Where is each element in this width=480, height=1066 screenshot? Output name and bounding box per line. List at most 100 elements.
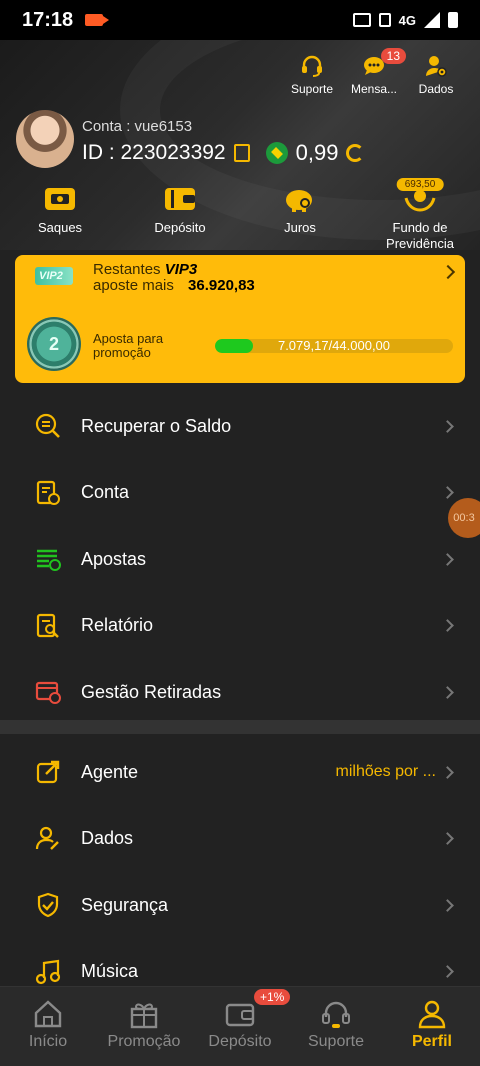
interest-button[interactable]: Juros — [240, 184, 360, 250]
menu-label-recover-balance: Recuperar o Saldo — [81, 415, 232, 436]
headset-icon — [322, 1001, 350, 1028]
messages-badge: 13 — [380, 48, 406, 64]
piggy-bank-icon — [286, 190, 312, 212]
nav-profile[interactable]: Perfil — [384, 987, 480, 1066]
copy-icon[interactable] — [233, 144, 250, 162]
chevron-right-icon — [441, 965, 454, 979]
interest-label: Juros — [284, 220, 316, 235]
wallet-icon — [225, 1003, 255, 1027]
vip-remaining-label: Restantes — [93, 261, 161, 278]
chevron-right-icon[interactable] — [440, 264, 456, 280]
progress-text: 7.079,17/44.000,00 — [277, 339, 391, 353]
nav-support[interactable]: Suporte — [288, 987, 384, 1066]
status-right: 4G — [352, 12, 458, 28]
refresh-icon[interactable] — [346, 144, 365, 162]
vibrate-icon — [378, 13, 391, 27]
vip-medal-level: 2 — [48, 333, 59, 354]
nav-home[interactable]: Início — [0, 987, 96, 1066]
nav-support-label: Suporte — [307, 1033, 365, 1050]
menu-label-agent: Agente — [81, 761, 139, 782]
menu-item-account[interactable]: Conta — [0, 460, 480, 527]
chevron-right-icon — [441, 765, 454, 779]
pension-fund-button[interactable]: 693,50 Fundo de Previdência — [360, 178, 480, 250]
menu-item-agent[interactable]: Agente milhões por ... — [0, 739, 480, 806]
menu-label-music: Música — [81, 961, 139, 982]
chevron-right-icon — [441, 832, 454, 846]
status-bar: 17:18 4G — [0, 0, 480, 40]
chevron-right-icon — [441, 486, 454, 500]
menu-label-data: Dados — [81, 828, 134, 849]
menu-label-withdraw-management: Gestão Retiradas — [81, 681, 222, 702]
music-icon — [35, 959, 61, 984]
chevron-right-icon — [441, 898, 454, 912]
profile-header: Suporte Mensa... 13 Dados Conta : vue615… — [0, 40, 480, 250]
share-icon — [36, 761, 60, 784]
headset-icon — [302, 55, 322, 77]
vip-tag: VIP2 — [35, 267, 73, 285]
menu-label-account: Conta — [81, 482, 130, 503]
menu-item-data[interactable]: Dados — [0, 806, 480, 873]
withdraw-button[interactable]: Saques — [0, 184, 120, 250]
wallet-withdraw-icon — [45, 188, 75, 210]
withdraw-manage-icon — [35, 682, 61, 705]
promotion-progress-bar: 7.079,17/44.000,00 — [215, 339, 453, 353]
top-actions: Suporte Mensa... 13 Dados — [288, 48, 460, 96]
chevron-right-icon — [441, 552, 454, 566]
support-label: Suporte — [290, 82, 334, 96]
vip-medal-icon: 2 — [27, 317, 81, 371]
vip-card[interactable]: VIP2 Restantes VIP3 aposte mais 36.920,8… — [15, 255, 465, 383]
nav-deposit-label: Depósito — [208, 1033, 272, 1050]
nav-home-label: Início — [28, 1033, 68, 1050]
nav-deposit-badge: +1% — [254, 989, 291, 1005]
menu-item-report[interactable]: Relatório — [0, 593, 480, 660]
avatar[interactable] — [16, 110, 74, 168]
recover-balance-icon — [35, 414, 60, 439]
menu-item-withdraw-management[interactable]: Gestão Retiradas — [0, 659, 480, 726]
section-divider — [0, 720, 480, 734]
user-id: ID : 223023392 — [82, 141, 226, 164]
user-edit-icon — [35, 826, 59, 850]
support-button[interactable]: Suporte — [288, 54, 336, 96]
deposit-button[interactable]: Depósito — [120, 184, 240, 250]
cast-icon — [352, 13, 371, 27]
nav-promotion-label: Promoção — [107, 1033, 181, 1050]
profile-icon — [418, 1000, 446, 1029]
nav-deposit[interactable]: +1% Depósito — [192, 987, 291, 1066]
nav-promotion[interactable]: Promoção — [96, 987, 192, 1066]
floating-timer[interactable]: 00:3 — [448, 498, 480, 538]
user-gear-icon — [426, 56, 447, 77]
messages-button[interactable]: Mensa... 13 — [350, 48, 406, 96]
pension-fund-label-line1: Fundo de — [392, 220, 448, 235]
pension-fund-label-line2: Previdência — [386, 236, 454, 250]
promotion-label: Aposta para promoção — [93, 332, 163, 360]
menu-label-report: Relatório — [81, 615, 154, 636]
battery-icon — [448, 12, 458, 28]
account-doc-icon — [36, 480, 60, 505]
bottom-nav: Início Promoção +1% Depósito Suporte Per… — [0, 986, 480, 1066]
menu-item-recover-balance[interactable]: Recuperar o Saldo — [0, 393, 480, 460]
data-button[interactable]: Dados — [412, 54, 460, 96]
promotion-label-line2: promoção — [93, 345, 151, 360]
nav-profile-label: Perfil — [411, 1033, 452, 1050]
agent-promo-text: milhões por ... — [335, 763, 436, 781]
chevron-right-icon — [441, 685, 454, 699]
chevron-right-icon — [441, 419, 454, 433]
deposit-label: Depósito — [154, 220, 206, 235]
id-row: ID : 223023392 0,99 — [82, 140, 365, 166]
bets-list-icon — [37, 550, 61, 572]
pension-fund-badge: 693,50 — [396, 178, 444, 191]
menu-item-security[interactable]: Segurança — [0, 872, 480, 939]
pension-fund-label: Fundo de Previdência — [386, 220, 454, 250]
chevron-right-icon — [441, 619, 454, 633]
withdraw-label: Saques — [37, 220, 83, 235]
home-icon — [34, 1000, 62, 1028]
menu-item-bets[interactable]: Apostas — [0, 526, 480, 593]
screen-record-icon — [85, 14, 110, 26]
account-name: Conta : vue6153 — [82, 118, 193, 135]
status-time: 17:18 — [22, 8, 74, 31]
vip-bet-more: aposte mais 36.920,83 — [93, 277, 255, 294]
promotion-label-line1: Aposta para — [93, 331, 164, 346]
menu-label-security: Segurança — [81, 894, 169, 915]
wallet-icon — [165, 188, 195, 210]
balance-value: 0,99 — [295, 140, 339, 165]
